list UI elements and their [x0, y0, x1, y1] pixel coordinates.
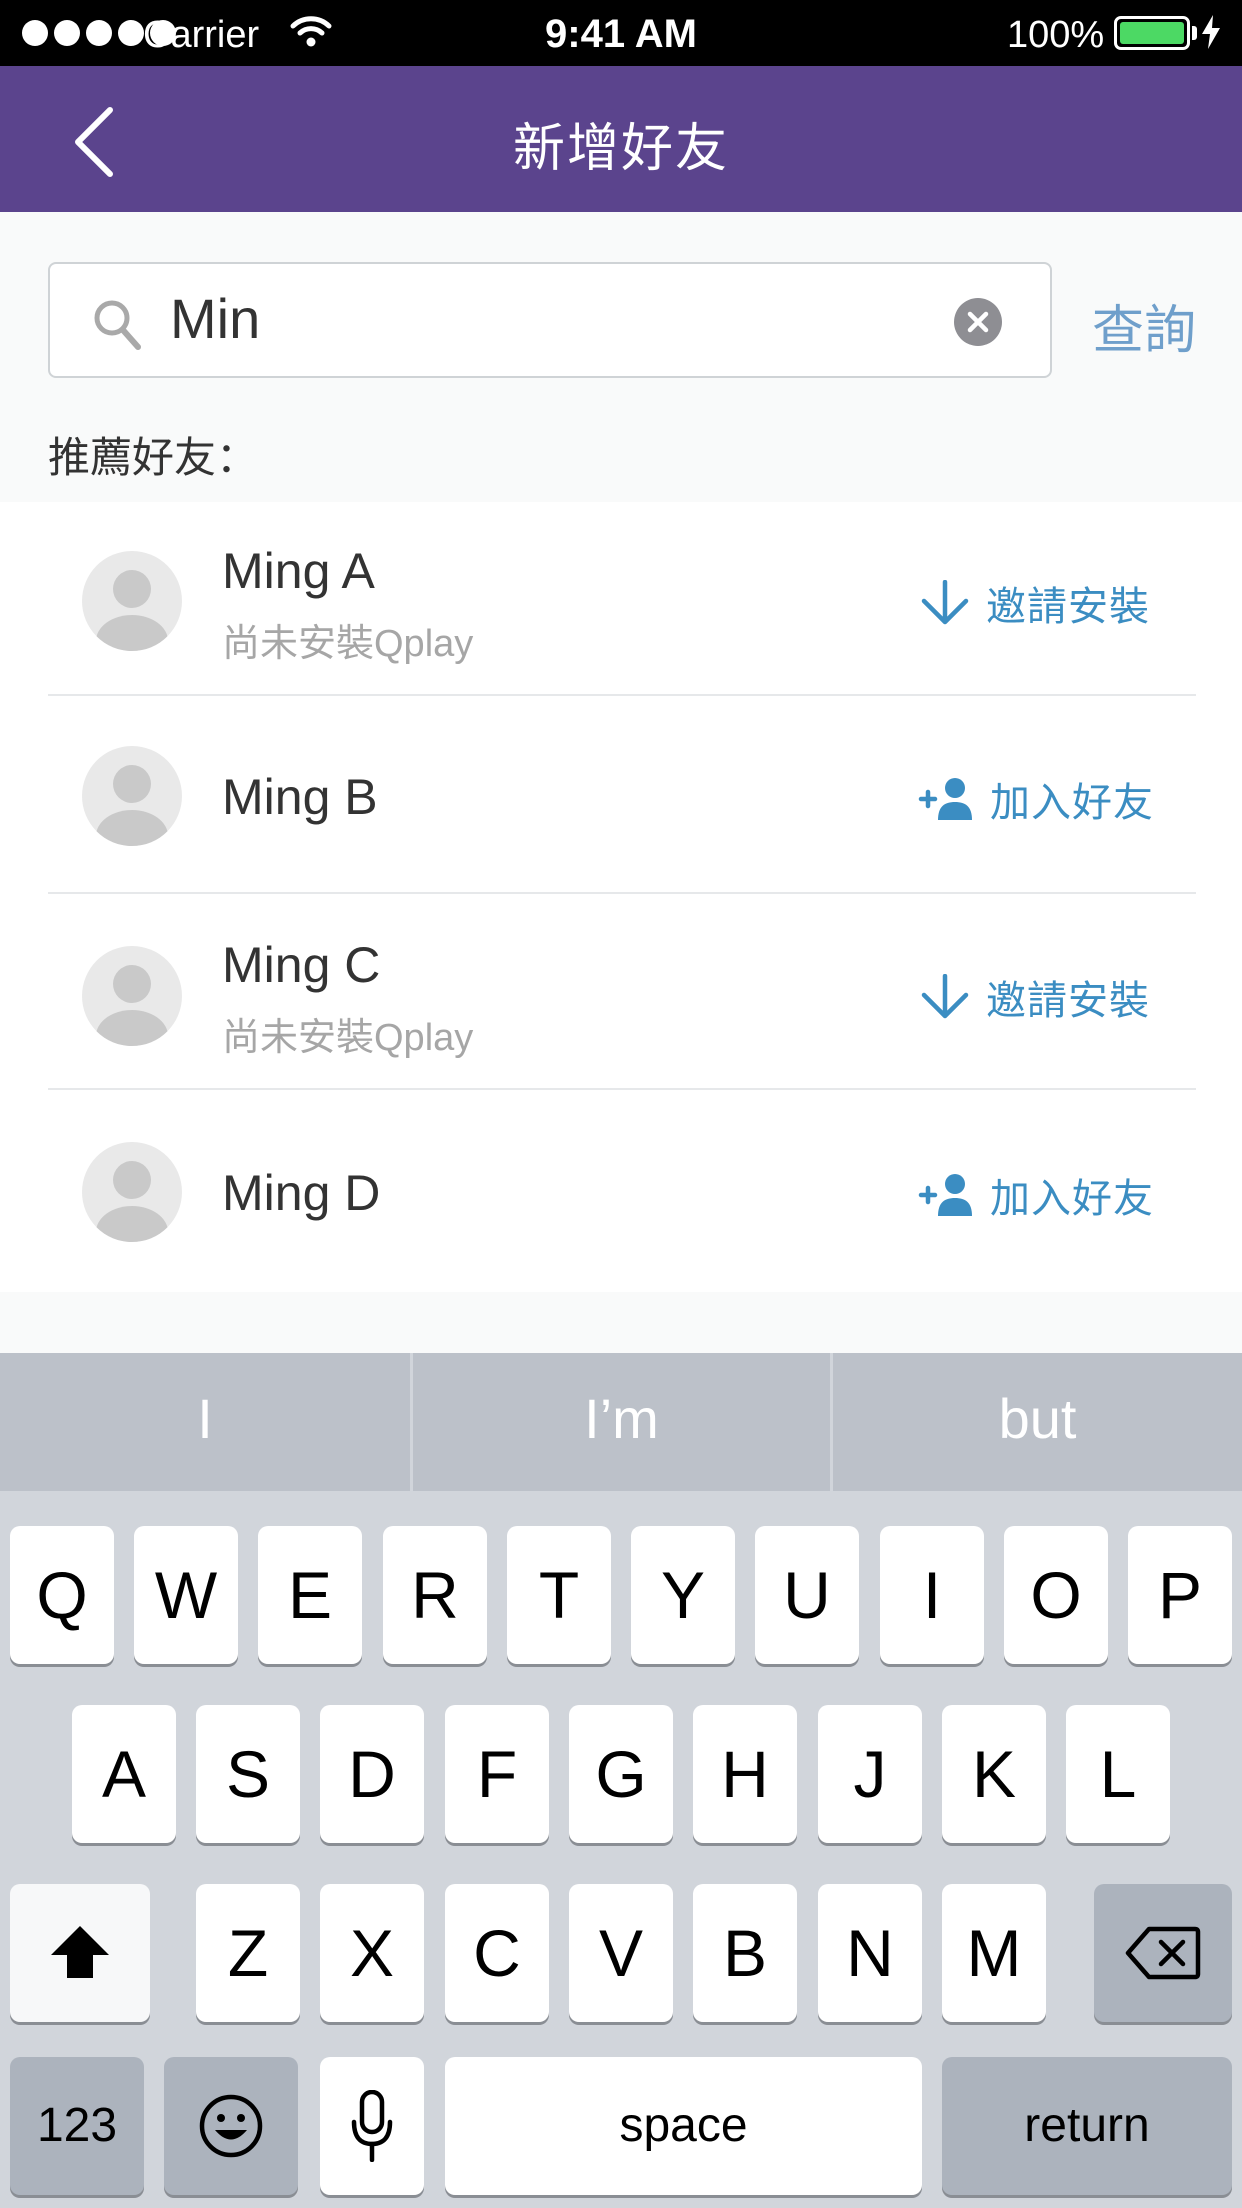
invite-install-button[interactable]: 邀請安裝	[918, 574, 1150, 632]
install-status: 尚未安裝Qplay	[222, 623, 474, 665]
invite-install-button[interactable]: 邀請安裝	[918, 968, 1150, 1026]
battery-percentage: 100%	[1007, 14, 1105, 56]
action-label: 加入好友	[990, 781, 1154, 825]
search-query-text[interactable]: Min	[170, 286, 260, 351]
friend-list: Ming A 尚未安裝Qplay 邀請安裝 Ming B 加入好友 Ming C…	[0, 502, 1242, 1292]
key-t[interactable]: T	[507, 1526, 611, 1664]
key-g[interactable]: G	[569, 1705, 673, 1843]
list-item: Ming A 尚未安裝Qplay 邀請安裝	[0, 502, 1242, 696]
key-a[interactable]: A	[72, 1705, 176, 1843]
avatar	[82, 946, 182, 1046]
download-arrow-icon	[921, 974, 969, 1019]
action-label: 加入好友	[990, 1177, 1154, 1221]
friend-name: Ming A	[222, 543, 375, 599]
suggestion-item[interactable]: I’m	[413, 1353, 830, 1491]
key-v[interactable]: V	[569, 1884, 673, 2022]
microphone-key[interactable]	[320, 2057, 424, 2195]
key-o[interactable]: O	[1004, 1526, 1108, 1664]
list-item: Ming C 尚未安裝Qplay 邀請安裝	[0, 896, 1242, 1092]
download-arrow-icon	[921, 580, 969, 625]
suggestion-item[interactable]: I	[0, 1353, 410, 1491]
search-input[interactable]: Min	[48, 262, 1052, 378]
keyboard: I I’m but Q W E R T Y U I O P A S D F G …	[0, 1353, 1242, 2208]
backspace-key[interactable]	[1094, 1884, 1232, 2022]
key-x[interactable]: X	[320, 1884, 424, 2022]
backspace-icon	[1125, 1926, 1201, 1980]
battery-icon	[1114, 16, 1190, 50]
search-icon	[92, 298, 142, 357]
clear-search-icon[interactable]	[954, 298, 1002, 346]
search-button[interactable]: 查詢	[1092, 288, 1196, 363]
key-m[interactable]: M	[942, 1884, 1046, 2022]
key-w[interactable]: W	[134, 1526, 238, 1664]
friend-name: Ming C	[222, 937, 381, 993]
friend-name: Ming B	[222, 769, 378, 825]
return-key[interactable]: return	[942, 2057, 1232, 2195]
avatar	[82, 1142, 182, 1242]
shift-key[interactable]	[10, 1884, 150, 2022]
list-item: Ming D 加入好友	[0, 1092, 1242, 1292]
emoji-key[interactable]	[164, 2057, 298, 2195]
shift-arrow-icon	[51, 1926, 109, 1978]
key-p[interactable]: P	[1128, 1526, 1232, 1664]
numbers-key[interactable]: 123	[10, 2057, 144, 2195]
key-h[interactable]: H	[693, 1705, 797, 1843]
key-r[interactable]: R	[383, 1526, 487, 1664]
emoji-icon	[199, 2094, 263, 2158]
key-e[interactable]: E	[258, 1526, 362, 1664]
recommended-friends-label: 推薦好友：	[48, 434, 259, 481]
add-friend-button[interactable]: 加入好友	[918, 1166, 1154, 1224]
charging-bolt-icon	[1200, 14, 1222, 60]
key-f[interactable]: F	[445, 1705, 549, 1843]
nav-bar: 新增好友	[0, 66, 1242, 212]
list-item: Ming B 加入好友	[0, 696, 1242, 896]
suggestion-bar: I I’m but	[0, 1353, 1242, 1491]
page-title: 新增好友	[512, 120, 729, 178]
action-label: 邀請安裝	[986, 585, 1150, 629]
key-b[interactable]: B	[693, 1884, 797, 2022]
key-y[interactable]: Y	[631, 1526, 735, 1664]
avatar	[82, 746, 182, 846]
divider	[48, 892, 1196, 894]
action-label: 邀請安裝	[986, 979, 1150, 1023]
add-person-icon	[918, 778, 972, 820]
key-s[interactable]: S	[196, 1705, 300, 1843]
key-q[interactable]: Q	[10, 1526, 114, 1664]
suggestion-item[interactable]: but	[833, 1353, 1242, 1491]
key-l[interactable]: L	[1066, 1705, 1170, 1843]
key-n[interactable]: N	[818, 1884, 922, 2022]
avatar	[82, 551, 182, 651]
battery-tip	[1192, 26, 1197, 40]
microphone-icon	[351, 2089, 393, 2163]
divider	[48, 1088, 1196, 1090]
install-status: 尚未安裝Qplay	[222, 1017, 474, 1059]
key-z[interactable]: Z	[196, 1884, 300, 2022]
status-bar: Carrier 9:41 AM 100%	[0, 0, 1242, 66]
space-key[interactable]: space	[445, 2057, 922, 2195]
key-k[interactable]: K	[942, 1705, 1046, 1843]
key-j[interactable]: J	[818, 1705, 922, 1843]
key-i[interactable]: I	[880, 1526, 984, 1664]
key-c[interactable]: C	[445, 1884, 549, 2022]
add-person-icon	[918, 1174, 972, 1216]
key-u[interactable]: U	[755, 1526, 859, 1664]
friend-name: Ming D	[222, 1165, 381, 1221]
add-friend-button[interactable]: 加入好友	[918, 770, 1154, 828]
key-d[interactable]: D	[320, 1705, 424, 1843]
